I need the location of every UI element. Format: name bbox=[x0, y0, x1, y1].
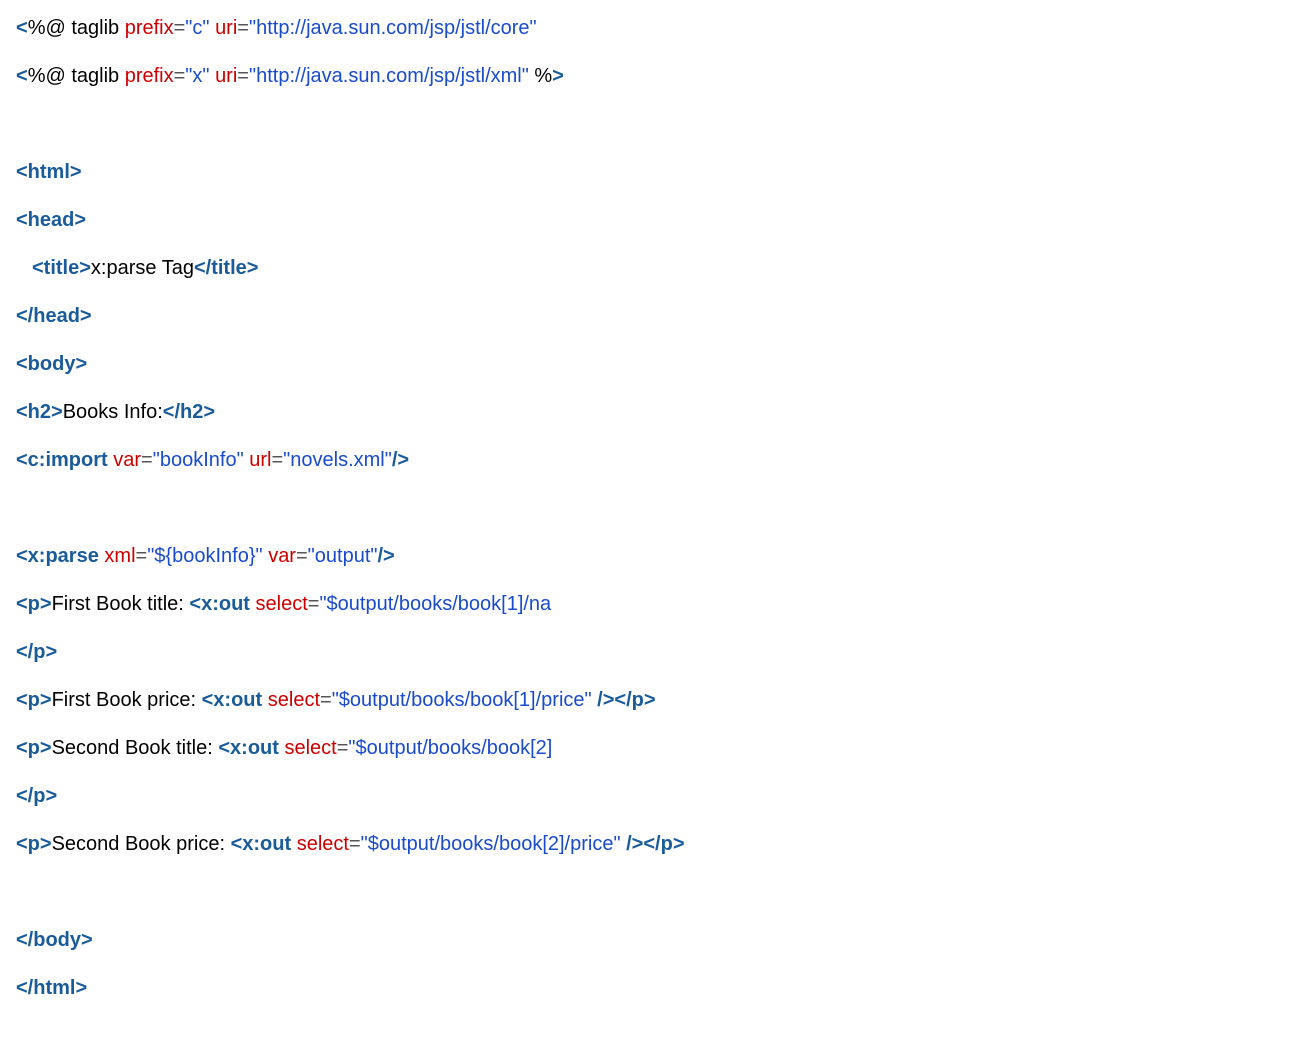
code-token: < bbox=[16, 17, 28, 39]
code-token: <head> bbox=[16, 209, 86, 231]
code-token: </h2> bbox=[163, 401, 215, 423]
code-token: "http://java.sun.com/jsp/jstl/core" bbox=[249, 17, 537, 39]
code-token: </title> bbox=[194, 257, 258, 279]
code-line: </body> bbox=[16, 928, 1298, 952]
code-token: "$output/books/book[1]/na bbox=[319, 593, 551, 615]
code-line bbox=[16, 112, 1298, 136]
code-token: <p> bbox=[16, 689, 52, 711]
code-line bbox=[16, 880, 1298, 904]
code-token: "$output/books/book[1]/price" bbox=[332, 689, 592, 711]
code-token: <x:out bbox=[231, 833, 292, 855]
code-line: </p> bbox=[16, 640, 1298, 664]
code-token: select bbox=[284, 737, 336, 759]
code-token: prefix bbox=[125, 65, 174, 87]
code-token: First Book price: bbox=[52, 689, 202, 711]
code-token: = bbox=[349, 833, 361, 855]
code-line: <body> bbox=[16, 352, 1298, 376]
code-token: <h2> bbox=[16, 401, 63, 423]
code-token: uri bbox=[215, 65, 237, 87]
code-token: <x:out bbox=[218, 737, 279, 759]
code-token: x:parse Tag bbox=[91, 257, 194, 279]
code-token: <x:parse bbox=[16, 545, 99, 567]
code-token: <body> bbox=[16, 353, 87, 375]
code-block: <%@ taglib prefix="c" uri="http://java.s… bbox=[16, 16, 1298, 1000]
code-token: /> bbox=[377, 545, 394, 567]
code-token bbox=[16, 497, 22, 519]
code-token: = bbox=[320, 689, 332, 711]
code-token: xml bbox=[104, 545, 135, 567]
code-token: = bbox=[308, 593, 320, 615]
code-token: select bbox=[297, 833, 349, 855]
code-line: </html> bbox=[16, 976, 1298, 1000]
code-token: /> bbox=[392, 449, 409, 471]
code-token: <c:import bbox=[16, 449, 108, 471]
code-line: <html> bbox=[16, 160, 1298, 184]
code-token: "$output/books/book[2] bbox=[348, 737, 552, 759]
code-token: var bbox=[268, 545, 296, 567]
code-token: = bbox=[174, 65, 186, 87]
code-token: </body> bbox=[16, 929, 93, 951]
code-token: "$output/books/book[2]/price" bbox=[361, 833, 621, 855]
code-token: <x:out bbox=[202, 689, 263, 711]
code-line: <%@ taglib prefix="c" uri="http://java.s… bbox=[16, 16, 1298, 40]
code-token: uri bbox=[215, 17, 237, 39]
code-token: </head> bbox=[16, 305, 92, 327]
code-token: Second Book title: bbox=[52, 737, 219, 759]
code-token: <x:out bbox=[189, 593, 250, 615]
code-token: = bbox=[136, 545, 148, 567]
code-token bbox=[16, 881, 22, 903]
code-token: "output" bbox=[308, 545, 378, 567]
code-token: </p> bbox=[16, 785, 57, 807]
code-line: <c:import var="bookInfo" url="novels.xml… bbox=[16, 448, 1298, 472]
code-line: <head> bbox=[16, 208, 1298, 232]
code-token: = bbox=[141, 449, 153, 471]
code-token: Books Info: bbox=[63, 401, 163, 423]
code-token: </p> bbox=[16, 641, 57, 663]
code-token: = bbox=[237, 65, 249, 87]
code-token: select bbox=[268, 689, 320, 711]
code-line: <x:parse xml="${bookInfo}" var="output"/… bbox=[16, 544, 1298, 568]
code-token: = bbox=[271, 449, 283, 471]
code-line: </p> bbox=[16, 784, 1298, 808]
code-token: url bbox=[249, 449, 271, 471]
code-token: = bbox=[337, 737, 349, 759]
code-token: /></p> bbox=[626, 833, 684, 855]
code-token: "c" bbox=[185, 17, 209, 39]
code-token: = bbox=[296, 545, 308, 567]
code-token: "http://java.sun.com/jsp/jstl/xml" bbox=[249, 65, 529, 87]
code-token: <p> bbox=[16, 833, 52, 855]
code-token: /></p> bbox=[597, 689, 655, 711]
code-token: %@ taglib bbox=[28, 17, 125, 39]
code-line: </head> bbox=[16, 304, 1298, 328]
code-token: = bbox=[174, 17, 186, 39]
code-line: <p>First Book title: <x:out select="$out… bbox=[16, 592, 1298, 616]
code-token: <p> bbox=[16, 593, 52, 615]
code-token: "novels.xml" bbox=[283, 449, 392, 471]
code-line: <p>First Book price: <x:out select="$out… bbox=[16, 688, 1298, 712]
code-token: = bbox=[237, 17, 249, 39]
code-line: <p>Second Book title: <x:out select="$ou… bbox=[16, 736, 1298, 760]
code-token: "bookInfo" bbox=[153, 449, 244, 471]
code-token: "x" bbox=[185, 65, 209, 87]
code-line: <h2>Books Info:</h2> bbox=[16, 400, 1298, 424]
code-token: </html> bbox=[16, 977, 87, 999]
code-token: %@ taglib bbox=[28, 65, 125, 87]
code-line bbox=[16, 496, 1298, 520]
code-token: "${bookInfo}" bbox=[147, 545, 262, 567]
code-token: Second Book price: bbox=[52, 833, 231, 855]
code-line: <%@ taglib prefix="x" uri="http://java.s… bbox=[16, 64, 1298, 88]
code-token: var bbox=[113, 449, 141, 471]
code-token: < bbox=[16, 65, 28, 87]
code-token: <p> bbox=[16, 737, 52, 759]
code-token: <html> bbox=[16, 161, 82, 183]
code-token: > bbox=[552, 65, 564, 87]
code-token bbox=[16, 113, 22, 135]
code-token: % bbox=[529, 65, 552, 87]
code-token: <title> bbox=[32, 257, 91, 279]
code-line: <p>Second Book price: <x:out select="$ou… bbox=[16, 832, 1298, 856]
code-line: <title>x:parse Tag</title> bbox=[16, 256, 1298, 280]
code-token: First Book title: bbox=[52, 593, 190, 615]
code-token: select bbox=[256, 593, 308, 615]
code-token: prefix bbox=[125, 17, 174, 39]
